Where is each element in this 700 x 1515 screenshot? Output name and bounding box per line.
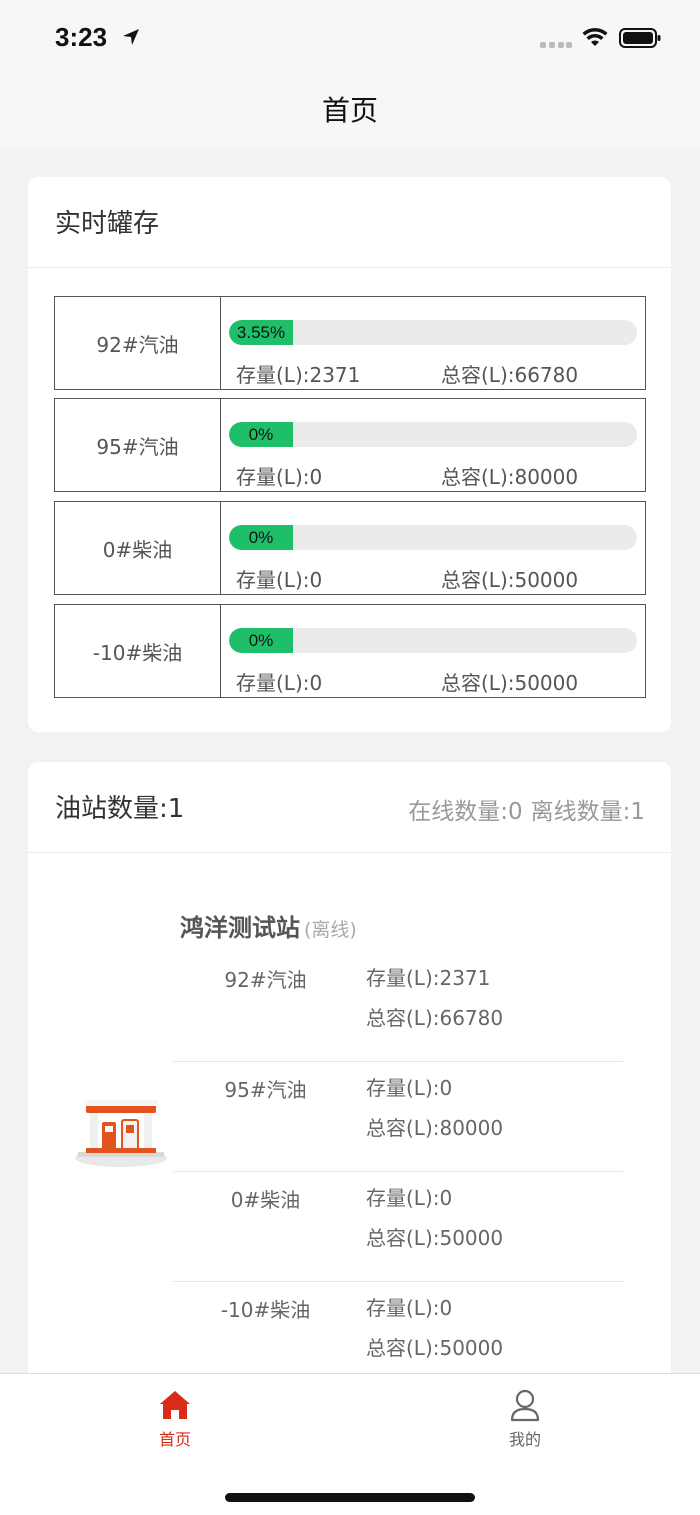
station-card: 油站数量:1 在线数量:0 离线数量:1 鸿洋测试站 (离线) 92#汽油 存量(L… <box>28 762 671 1382</box>
station-online-offline: 在线数量:0 离线数量:1 <box>400 792 645 826</box>
station-fuel-capacity: 总容(L):66780 <box>366 1006 504 1030</box>
station-fuel-capacity: 总容(L):50000 <box>366 1336 504 1360</box>
tank-row: 0#柴油 0% 存量(L):0 总容(L):50000 <box>54 501 646 595</box>
home-indicator <box>225 1493 475 1502</box>
battery-icon <box>619 28 661 48</box>
station-fuel-row: 95#汽油 存量(L):0 总容(L):80000 <box>173 1062 623 1172</box>
station-fuel-name: -10#柴油 <box>220 1298 311 1322</box>
online-count: 在线数量:0 <box>408 799 523 825</box>
tank-row: -10#柴油 0% 存量(L):0 总容(L):50000 <box>54 604 646 698</box>
tank-progress-bar: 3.55% <box>229 320 637 345</box>
tank-capacity: 总容(L):50000 <box>441 568 579 592</box>
tank-capacity: 总容(L):50000 <box>441 671 579 695</box>
station-fuel-name: 92#汽油 <box>224 968 307 992</box>
station-status: (离线) <box>304 919 357 941</box>
tank-capacity: 总容(L):80000 <box>441 465 579 489</box>
tank-percent: 0% <box>248 425 274 444</box>
tab-mine[interactable]: 我的 <box>465 1388 585 1450</box>
offline-count: 离线数量:1 <box>530 799 645 825</box>
gas-station-icon <box>75 1100 167 1167</box>
tank-stock: 存量(L):2371 <box>236 363 361 387</box>
tank-percent: 0% <box>248 528 274 547</box>
nav-bar: 首页 <box>0 78 700 149</box>
station-fuel-stock: 存量(L):0 <box>366 1296 453 1320</box>
station-fuel-stock: 存量(L):0 <box>366 1076 453 1100</box>
station-card-header: 油站数量:1 在线数量:0 离线数量:1 <box>28 762 671 853</box>
tank-percent: 0% <box>248 631 274 650</box>
station-fuel-capacity: 总容(L):80000 <box>366 1116 504 1140</box>
tank-fuel-name: 95#汽油 <box>55 399 221 491</box>
tab-mine-label: 我的 <box>508 1430 541 1449</box>
tank-percent: 3.55% <box>236 323 286 342</box>
station-name-row[interactable]: 鸿洋测试站 (离线) <box>180 908 357 943</box>
tank-stock: 存量(L):0 <box>236 465 323 489</box>
tank-capacity: 总容(L):66780 <box>441 363 579 387</box>
station-name[interactable]: 鸿洋测试站 <box>180 914 300 942</box>
cellular-signal-icon <box>540 42 572 48</box>
tank-fuel-name: -10#柴油 <box>55 605 221 697</box>
tank-inventory-card: 实时罐存 92#汽油 3.55% 存量(L):2371 总容(L):66780 … <box>28 177 671 732</box>
tank-stock: 存量(L):0 <box>236 568 323 592</box>
station-fuel-capacity: 总容(L):50000 <box>366 1226 504 1250</box>
tank-card-title: 实时罐存 <box>55 209 160 239</box>
wifi-icon <box>582 27 608 46</box>
tank-row: 92#汽油 3.55% 存量(L):2371 总容(L):66780 <box>54 296 646 390</box>
status-bar: 3:23 <box>0 0 700 78</box>
tab-home-label: 首页 <box>158 1430 191 1449</box>
location-arrow-icon <box>123 29 139 45</box>
home-icon <box>160 1391 190 1419</box>
station-fuel-name: 0#柴油 <box>230 1188 301 1212</box>
tank-row: 95#汽油 0% 存量(L):0 总容(L):80000 <box>54 398 646 492</box>
user-icon <box>510 1389 540 1422</box>
tank-fuel-name: 0#柴油 <box>55 502 221 594</box>
station-count: 油站数量:1 <box>55 794 185 824</box>
tank-progress-bar: 0% <box>229 422 637 447</box>
station-fuel-stock: 存量(L):0 <box>366 1186 453 1210</box>
tank-progress-bar: 0% <box>229 628 637 653</box>
station-fuel-name: 95#汽油 <box>224 1078 307 1102</box>
station-fuel-stock: 存量(L):2371 <box>366 966 491 990</box>
tank-stock: 存量(L):0 <box>236 671 323 695</box>
tank-card-header: 实时罐存 <box>28 177 671 268</box>
tank-progress-bar: 0% <box>229 525 637 550</box>
status-time: 3:23 <box>55 22 108 52</box>
station-fuel-row: 0#柴油 存量(L):0 总容(L):50000 <box>173 1172 623 1282</box>
tank-fuel-name: 92#汽油 <box>55 297 221 389</box>
page-title: 首页 <box>321 94 378 127</box>
tab-home[interactable]: 首页 <box>115 1388 235 1450</box>
station-fuel-row: 92#汽油 存量(L):2371 总容(L):66780 <box>173 952 623 1062</box>
